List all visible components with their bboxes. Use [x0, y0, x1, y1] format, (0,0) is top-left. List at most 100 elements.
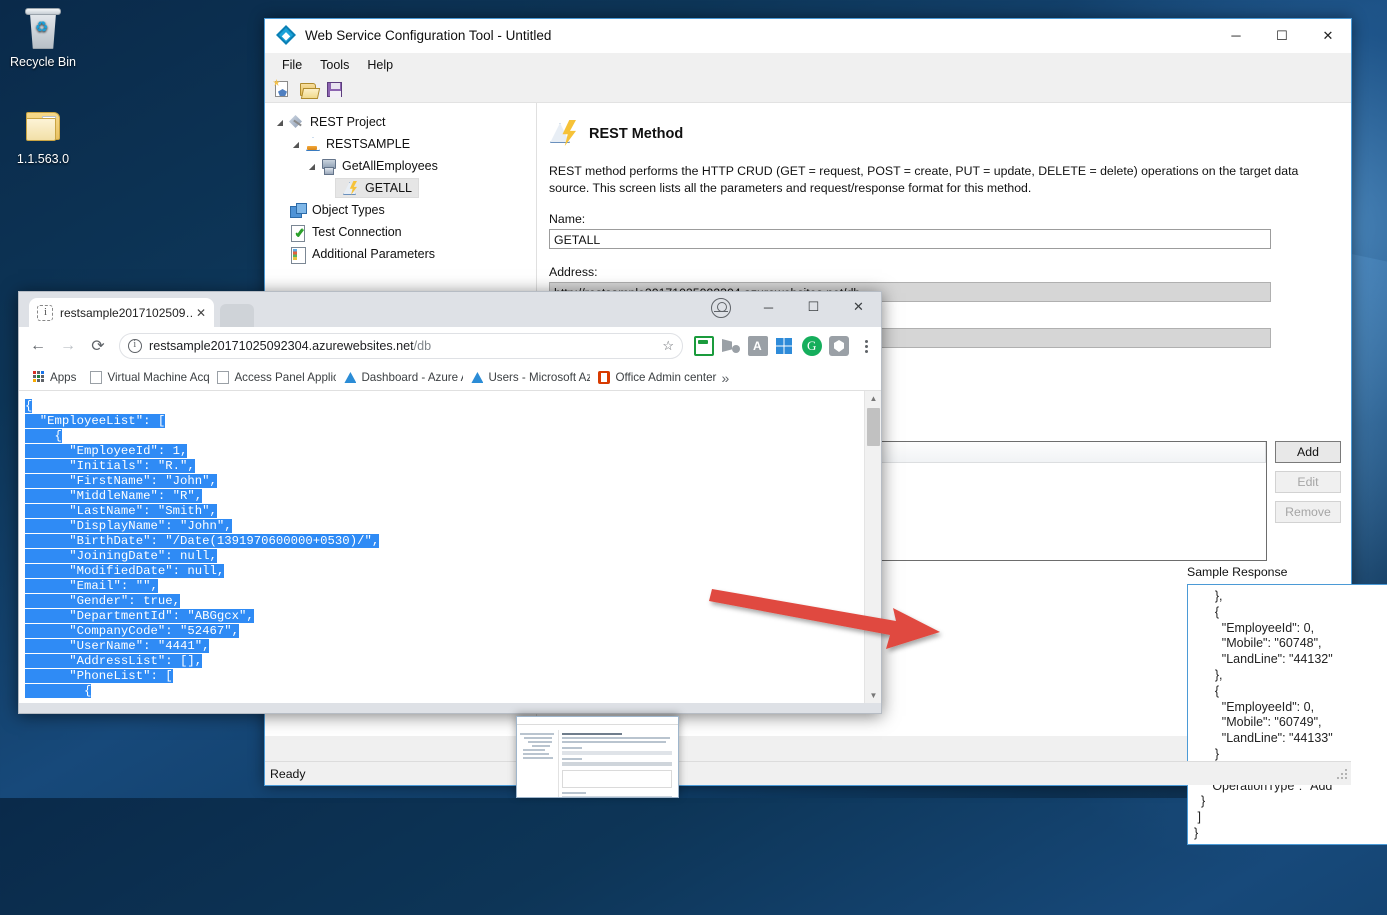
desktop-icon-folder[interactable]: 1.1.563.0: [0, 105, 86, 166]
toolbar[interactable]: [265, 77, 1351, 103]
add-button[interactable]: Add: [1275, 441, 1341, 463]
taskbar-thumbnail-preview[interactable]: [516, 716, 679, 798]
bookmark-label: Dashboard - Azure A: [361, 371, 464, 384]
tab-title: restsample2017102509…: [60, 305, 192, 320]
rest-method-icon: [549, 119, 579, 149]
sample-response-box[interactable]: }, { "EmployeeId": 0, "Mobile": "60748",…: [1187, 584, 1387, 845]
minimize-button[interactable]: ─: [1213, 19, 1259, 53]
browser-tab[interactable]: restsample2017102509… ✕: [29, 298, 214, 327]
profile-icon[interactable]: [711, 298, 731, 318]
extension-a-icon[interactable]: [748, 336, 768, 356]
reload-icon[interactable]: ⟳: [85, 333, 111, 359]
azure-icon: [344, 371, 356, 384]
resize-grip-icon[interactable]: [1335, 767, 1349, 781]
project-icon: [287, 114, 305, 130]
extension-shield-icon[interactable]: [829, 336, 849, 356]
bookmark-users-microsoft-azure[interactable]: Users - Microsoft Azu: [465, 369, 590, 386]
desktop-icon-label: 1.1.563.0: [16, 152, 70, 166]
browser-minimize-button[interactable]: ─: [746, 292, 791, 322]
extension-video-icon[interactable]: [721, 336, 741, 356]
method-icon: [342, 180, 360, 196]
expand-arrow-icon[interactable]: ◢: [305, 162, 319, 171]
tree-item-getall[interactable]: GETALL: [273, 177, 536, 199]
back-icon[interactable]: ←: [25, 333, 51, 359]
close-button[interactable]: ✕: [1305, 19, 1351, 53]
menu-bar[interactable]: File Tools Help: [265, 53, 1351, 77]
browser-viewport[interactable]: { "EmployeeList": [ { "EmployeeId": 1, "…: [19, 391, 881, 703]
page-scrollbar-thumb[interactable]: [867, 408, 880, 446]
save-icon[interactable]: [325, 80, 344, 99]
browser-window-controls[interactable]: ─ ☐ ✕: [746, 292, 881, 322]
extension-grammarly-icon[interactable]: [802, 336, 822, 356]
page-title: REST Method: [589, 126, 684, 142]
bookmark-label: Office Admin center: [615, 371, 717, 384]
chrome-browser-window[interactable]: restsample2017102509… ✕ ─ ☐ ✕ ← → ⟳ rest…: [18, 291, 882, 714]
forward-icon[interactable]: →: [55, 333, 81, 359]
thumbnail-body: [517, 730, 678, 797]
browser-toolbar[interactable]: ← → ⟳ restsample20171025092304.azurewebs…: [19, 327, 881, 365]
tree-item-test-connection[interactable]: ✓ Test Connection: [273, 221, 536, 243]
bookmarks-overflow-icon[interactable]: »: [721, 370, 729, 386]
expand-arrow-icon[interactable]: ◢: [273, 118, 287, 127]
json-response-text[interactable]: { "EmployeeList": [ { "EmployeeId": 1, "…: [19, 391, 864, 703]
open-icon[interactable]: [299, 80, 318, 99]
new-tab-button[interactable]: [220, 304, 254, 327]
extension-windows-icon[interactable]: [775, 336, 795, 356]
additional-parameters-icon: [289, 246, 307, 264]
page-info-icon: [37, 304, 53, 321]
object-types-icon: [289, 202, 307, 218]
tree-item-label: GETALL: [365, 181, 413, 195]
page-scrollbar[interactable]: ▲ ▼: [864, 391, 881, 703]
tree-item-rest-project[interactable]: ◢ REST Project: [273, 111, 536, 133]
maximize-button[interactable]: ☐: [1259, 19, 1305, 53]
name-input[interactable]: GETALL: [549, 229, 1271, 249]
browser-close-button[interactable]: ✕: [836, 292, 881, 322]
site-info-icon[interactable]: [128, 339, 142, 353]
new-icon[interactable]: [273, 80, 292, 99]
tab-close-icon[interactable]: ✕: [196, 306, 206, 320]
bookmark-office-admin-center[interactable]: Office Admin center: [592, 369, 717, 386]
tree-item-label: GetAllEmployees: [342, 159, 438, 173]
test-connection-icon: ✓: [289, 224, 307, 242]
sample-icon: [303, 136, 321, 152]
tree-item-label: RESTSAMPLE: [326, 137, 411, 151]
extension-green-icon[interactable]: [694, 336, 714, 356]
chrome-menu-icon[interactable]: [857, 339, 875, 353]
service-icon: [319, 158, 337, 175]
bookmark-label: Access Panel Applicat: [234, 371, 336, 384]
page-scroll-down-icon[interactable]: ▼: [865, 688, 882, 703]
menu-item-help[interactable]: Help: [358, 55, 402, 75]
address-bar-url[interactable]: restsample20171025092304.azurewebsites.n…: [149, 339, 658, 353]
grid-action-buttons[interactable]: Add Edit Remove: [1275, 441, 1341, 531]
page-scroll-up-icon[interactable]: ▲: [865, 391, 882, 406]
window-titlebar[interactable]: Web Service Configuration Tool - Untitle…: [265, 19, 1351, 53]
expand-arrow-icon[interactable]: ◢: [289, 140, 303, 149]
menu-item-file[interactable]: File: [273, 55, 311, 75]
thumbnail-pane: [559, 730, 678, 797]
page-icon: [90, 371, 103, 384]
bookmark-access-panel[interactable]: Access Panel Applicat: [211, 369, 336, 386]
office-icon: [598, 371, 611, 384]
bookmark-star-icon[interactable]: ☆: [662, 338, 674, 354]
page-icon: [217, 371, 230, 384]
bookmark-label: Users - Microsoft Azu: [488, 371, 591, 384]
tree-item-restsample[interactable]: ◢ RESTSAMPLE: [273, 133, 536, 155]
bookmarks-bar[interactable]: Apps Virtual Machine Acqu Access Panel A…: [19, 365, 881, 391]
menu-item-tools[interactable]: Tools: [311, 55, 358, 75]
window-controls[interactable]: ─ ☐ ✕: [1213, 19, 1351, 53]
edit-button: Edit: [1275, 471, 1341, 493]
bookmark-apps[interactable]: Apps: [27, 369, 82, 386]
folder-icon: [19, 105, 67, 149]
pane-description: REST method performs the HTTP CRUD (GET …: [549, 164, 1299, 195]
sample-response-text[interactable]: }, { "EmployeeId": 0, "Mobile": "60748",…: [1188, 585, 1387, 844]
tree-item-label: Object Types: [312, 203, 385, 217]
desktop-icon-recycle-bin[interactable]: ♻ Recycle Bin: [0, 8, 86, 69]
browser-maximize-button[interactable]: ☐: [791, 292, 836, 322]
tree-item-additional-parameters[interactable]: Additional Parameters: [273, 243, 536, 265]
bookmark-virtual-machine[interactable]: Virtual Machine Acqu: [84, 369, 209, 386]
browser-tabstrip[interactable]: restsample2017102509… ✕ ─ ☐ ✕: [19, 292, 881, 327]
tree-item-object-types[interactable]: Object Types: [273, 199, 536, 221]
address-bar[interactable]: restsample20171025092304.azurewebsites.n…: [119, 333, 683, 359]
tree-item-getallemployees[interactable]: ◢ GetAllEmployees: [273, 155, 536, 177]
bookmark-dashboard-azure[interactable]: Dashboard - Azure A: [338, 369, 463, 386]
